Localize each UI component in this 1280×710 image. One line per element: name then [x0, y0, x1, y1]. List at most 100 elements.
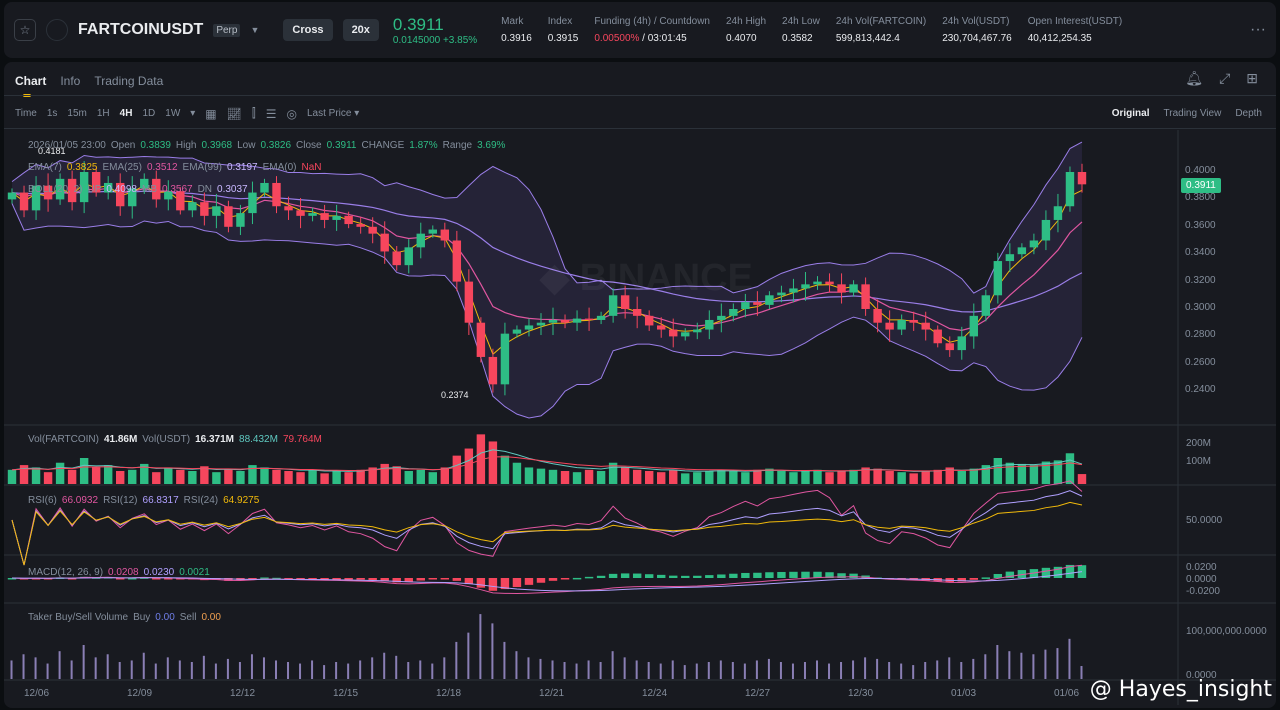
candle: [392, 251, 401, 266]
taker-volume-bar: [371, 657, 374, 679]
rsi-legend: RSI(6) 66.0932 RSI(12) 66.8317 RSI(24) 64.927…: [28, 495, 264, 506]
taker-volume-bar: [623, 657, 626, 679]
taker-volume-bar: [767, 658, 770, 679]
taker-volume-bar: [683, 665, 686, 679]
candle: [753, 302, 762, 305]
macd-histogram-bar: [428, 578, 437, 580]
taker-volume-bar: [659, 663, 662, 679]
volume-bar: [260, 467, 269, 484]
taker-volume-bar: [46, 663, 49, 679]
taker-volume-bar: [731, 662, 734, 679]
taker-volume-bar: [755, 660, 758, 679]
candle: [789, 288, 798, 293]
taker-volume-bar: [190, 662, 193, 679]
macd-histogram-bar: [476, 578, 486, 588]
macd-histogram-bar: [512, 578, 522, 588]
price-axis-label: 0.2600: [1185, 356, 1216, 368]
candle: [945, 343, 954, 351]
candle: [248, 192, 257, 214]
taker-volume-bar: [503, 641, 506, 679]
taker-volume-bar: [996, 645, 999, 679]
vol-ma1-value: 88.432M: [239, 434, 278, 445]
volume-bar: [632, 469, 642, 484]
macd-histogram-bar: [849, 573, 858, 578]
taker-volume-bar: [912, 665, 915, 679]
taker-volume-bar: [936, 660, 939, 679]
date-axis-label: 12/15: [333, 688, 359, 699]
candle: [344, 215, 353, 225]
legend-open: 0.3839: [140, 140, 171, 151]
taker-volume-bar: [106, 654, 109, 679]
candle: [596, 315, 606, 320]
candle: [717, 315, 726, 320]
volume-bar: [332, 471, 341, 484]
taker-volume-bar: [323, 665, 326, 679]
candle: [284, 206, 293, 211]
volume-bar: [909, 473, 918, 484]
macd-histogram-bar: [969, 578, 978, 580]
macd-histogram-bar: [524, 578, 534, 585]
macd-histogram-bar: [608, 573, 618, 578]
macd-histogram-bar: [536, 578, 546, 583]
legend-label: RSI(12): [103, 495, 138, 506]
price-axis-label: 0.3800: [1185, 192, 1216, 204]
taker-axis-label: 100,000,000.0000: [1186, 626, 1267, 637]
macd-histogram-bar: [620, 573, 630, 578]
legend-label: EMA(25): [102, 162, 142, 173]
macd-histogram-bar: [452, 578, 462, 581]
legend-label: Taker Buy/Sell Volume: [28, 612, 129, 623]
legend-label: EMA(7): [28, 162, 62, 173]
date-axis-label: 01/06: [1054, 688, 1080, 699]
taker-volume-bar: [1008, 651, 1011, 679]
macd-histogram-bar: [488, 578, 498, 591]
legend-label: RSI(6): [28, 495, 57, 506]
volume-bar: [31, 467, 41, 484]
taker-volume-bar: [864, 657, 867, 679]
taker-volume-bar: [852, 660, 855, 679]
taker-volume-bar: [202, 655, 205, 679]
ema0-value: NaN: [301, 162, 322, 173]
taker-volume-bar: [1032, 654, 1035, 679]
taker-volume-bar: [575, 663, 578, 679]
macd-dea-value: 0.0230: [143, 567, 175, 578]
ema25-value: 0.3512: [146, 162, 178, 173]
volume-bar: [416, 469, 425, 484]
candle: [921, 322, 930, 330]
volume-bar: [584, 469, 594, 484]
taker-volume-bar: [22, 654, 25, 679]
candle: [933, 329, 942, 344]
macd-histogram-bar: [416, 578, 425, 581]
candle: [560, 319, 570, 323]
candle: [825, 281, 834, 285]
candle: [837, 284, 846, 293]
volume-bar: [512, 462, 522, 484]
candle: [1017, 247, 1027, 255]
legend-label: MB: [141, 184, 157, 195]
candle: [380, 233, 389, 252]
volume-bar: [873, 468, 882, 484]
candle: [909, 319, 918, 323]
candle: [236, 213, 245, 227]
legend-close: 0.3911: [326, 140, 357, 151]
taker-volume-bar: [335, 662, 338, 679]
legend-label: RSI(24): [183, 495, 219, 506]
legend-label: DN: [197, 184, 213, 195]
candle: [584, 318, 594, 320]
taker-volume-bar: [803, 662, 806, 679]
candle: [801, 284, 810, 289]
price-chart[interactable]: ◆ BINANCE: [0, 0, 1280, 710]
taker-volume-bar: [515, 651, 518, 679]
volume-bar: [536, 468, 546, 484]
candle: [548, 319, 558, 323]
volume-bar: [693, 472, 702, 484]
candle: [620, 295, 630, 309]
macd-histogram-bar: [765, 572, 774, 578]
candle: [765, 295, 774, 305]
volume-bar: [572, 472, 582, 484]
macd-histogram-bar: [789, 571, 798, 578]
macd-histogram-bar: [705, 575, 714, 578]
taker-volume-bar: [82, 645, 85, 679]
candle: [452, 240, 462, 282]
volume-bar: [993, 458, 1003, 484]
ema99-value: 0.3197: [227, 162, 258, 173]
